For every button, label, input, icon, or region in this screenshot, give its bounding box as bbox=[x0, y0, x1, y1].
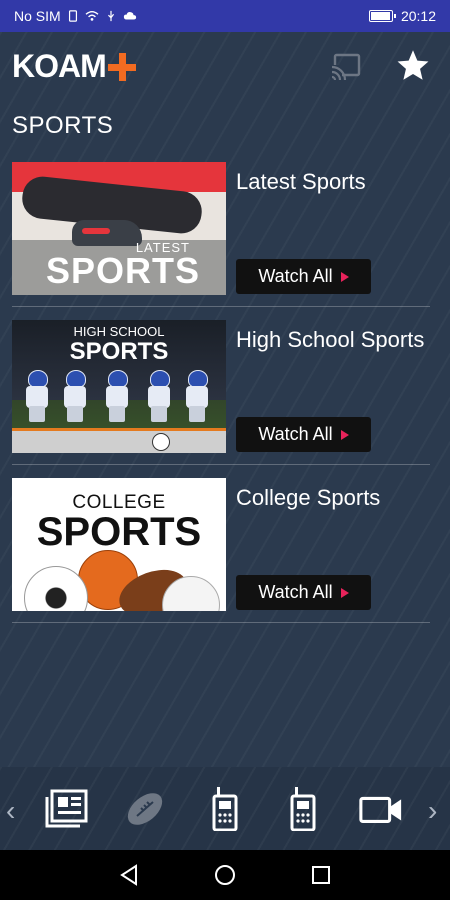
logo-text: KOAM bbox=[12, 48, 107, 84]
status-left: No SIM bbox=[14, 8, 137, 24]
divider bbox=[12, 622, 430, 623]
player bbox=[62, 370, 88, 422]
play-icon bbox=[340, 271, 349, 282]
thumb-shape bbox=[82, 228, 110, 234]
battery-icon bbox=[368, 10, 396, 22]
watch-all-button[interactable]: Watch All bbox=[236, 575, 371, 610]
status-bar: No SIM 20:12 bbox=[0, 0, 450, 32]
category-card-high-school-sports[interactable]: HIGH SCHOOL SPORTS High School Sports Wa… bbox=[12, 320, 430, 468]
clock: 20:12 bbox=[400, 8, 436, 24]
watch-all-label: Watch All bbox=[258, 266, 333, 286]
play-icon bbox=[340, 429, 349, 440]
nav-radio-2[interactable] bbox=[280, 787, 326, 831]
play-icon bbox=[340, 587, 349, 598]
watch-all-button[interactable]: Watch All bbox=[236, 259, 371, 294]
soccer-ball bbox=[152, 433, 170, 451]
latest-sports-thumbnail[interactable]: LATEST SPORTS bbox=[12, 162, 226, 295]
college-sports-thumbnail[interactable]: COLLEGE SPORTS bbox=[12, 478, 226, 611]
divider bbox=[12, 306, 430, 307]
nav-sports[interactable] bbox=[122, 787, 168, 831]
wifi-icon bbox=[85, 11, 99, 21]
football-icon bbox=[127, 793, 163, 825]
section-title: SPORTS bbox=[12, 112, 114, 139]
star-icon[interactable] bbox=[395, 48, 431, 84]
app-header: KOAM bbox=[0, 32, 450, 100]
walkie-talkie-icon bbox=[290, 787, 316, 831]
watch-all-button[interactable]: Watch All bbox=[236, 417, 371, 452]
card-title[interactable]: College Sports bbox=[236, 480, 426, 516]
nav-prev-arrow[interactable]: ‹ bbox=[6, 795, 15, 827]
nav-radio-1[interactable] bbox=[202, 787, 248, 831]
category-card-college-sports[interactable]: COLLEGE SPORTS College Sports Watch All bbox=[12, 478, 430, 626]
video-camera-icon bbox=[359, 796, 402, 823]
thumb-big-text: SPORTS bbox=[36, 510, 202, 554]
nav-next-arrow[interactable]: › bbox=[428, 795, 437, 827]
cast-icon[interactable] bbox=[330, 52, 362, 80]
high-school-sports-thumbnail[interactable]: HIGH SCHOOL SPORTS bbox=[12, 320, 226, 453]
nav-video[interactable] bbox=[358, 787, 404, 831]
recents-icon[interactable] bbox=[308, 862, 334, 888]
player bbox=[24, 370, 50, 422]
main-content: KOAM SPORTS LATEST SPORTS Latest Sports … bbox=[0, 32, 450, 767]
nav-news[interactable] bbox=[44, 787, 90, 831]
carrier-label: No SIM bbox=[14, 8, 61, 24]
usb-icon bbox=[107, 10, 114, 22]
system-navigation-bar bbox=[0, 850, 450, 900]
status-right: 20:12 bbox=[368, 8, 436, 24]
news-icon bbox=[45, 789, 88, 828]
card-title[interactable]: High School Sports bbox=[236, 322, 426, 358]
thumb-big-text: SPORTS bbox=[46, 250, 201, 291]
thumb-shape bbox=[12, 431, 226, 453]
divider bbox=[12, 464, 430, 465]
watch-all-label: Watch All bbox=[258, 424, 333, 444]
home-icon[interactable] bbox=[212, 862, 238, 888]
koam-logo[interactable]: KOAM bbox=[12, 48, 136, 85]
back-icon[interactable] bbox=[116, 862, 142, 888]
bottom-navigation: ‹ › bbox=[0, 767, 450, 850]
player bbox=[184, 370, 210, 422]
walkie-talkie-icon bbox=[212, 787, 238, 831]
thumb-small-text: HIGH SCHOOL bbox=[73, 324, 165, 339]
thumb-big-text: SPORTS bbox=[69, 338, 169, 365]
category-card-latest-sports[interactable]: LATEST SPORTS Latest Sports Watch All bbox=[12, 162, 430, 310]
card-title[interactable]: Latest Sports bbox=[236, 164, 426, 200]
logo-plus-icon bbox=[107, 52, 136, 81]
sim-icon bbox=[68, 10, 77, 22]
player bbox=[146, 370, 172, 422]
cloud-icon bbox=[123, 12, 136, 20]
watch-all-label: Watch All bbox=[258, 582, 333, 602]
player bbox=[104, 370, 130, 422]
